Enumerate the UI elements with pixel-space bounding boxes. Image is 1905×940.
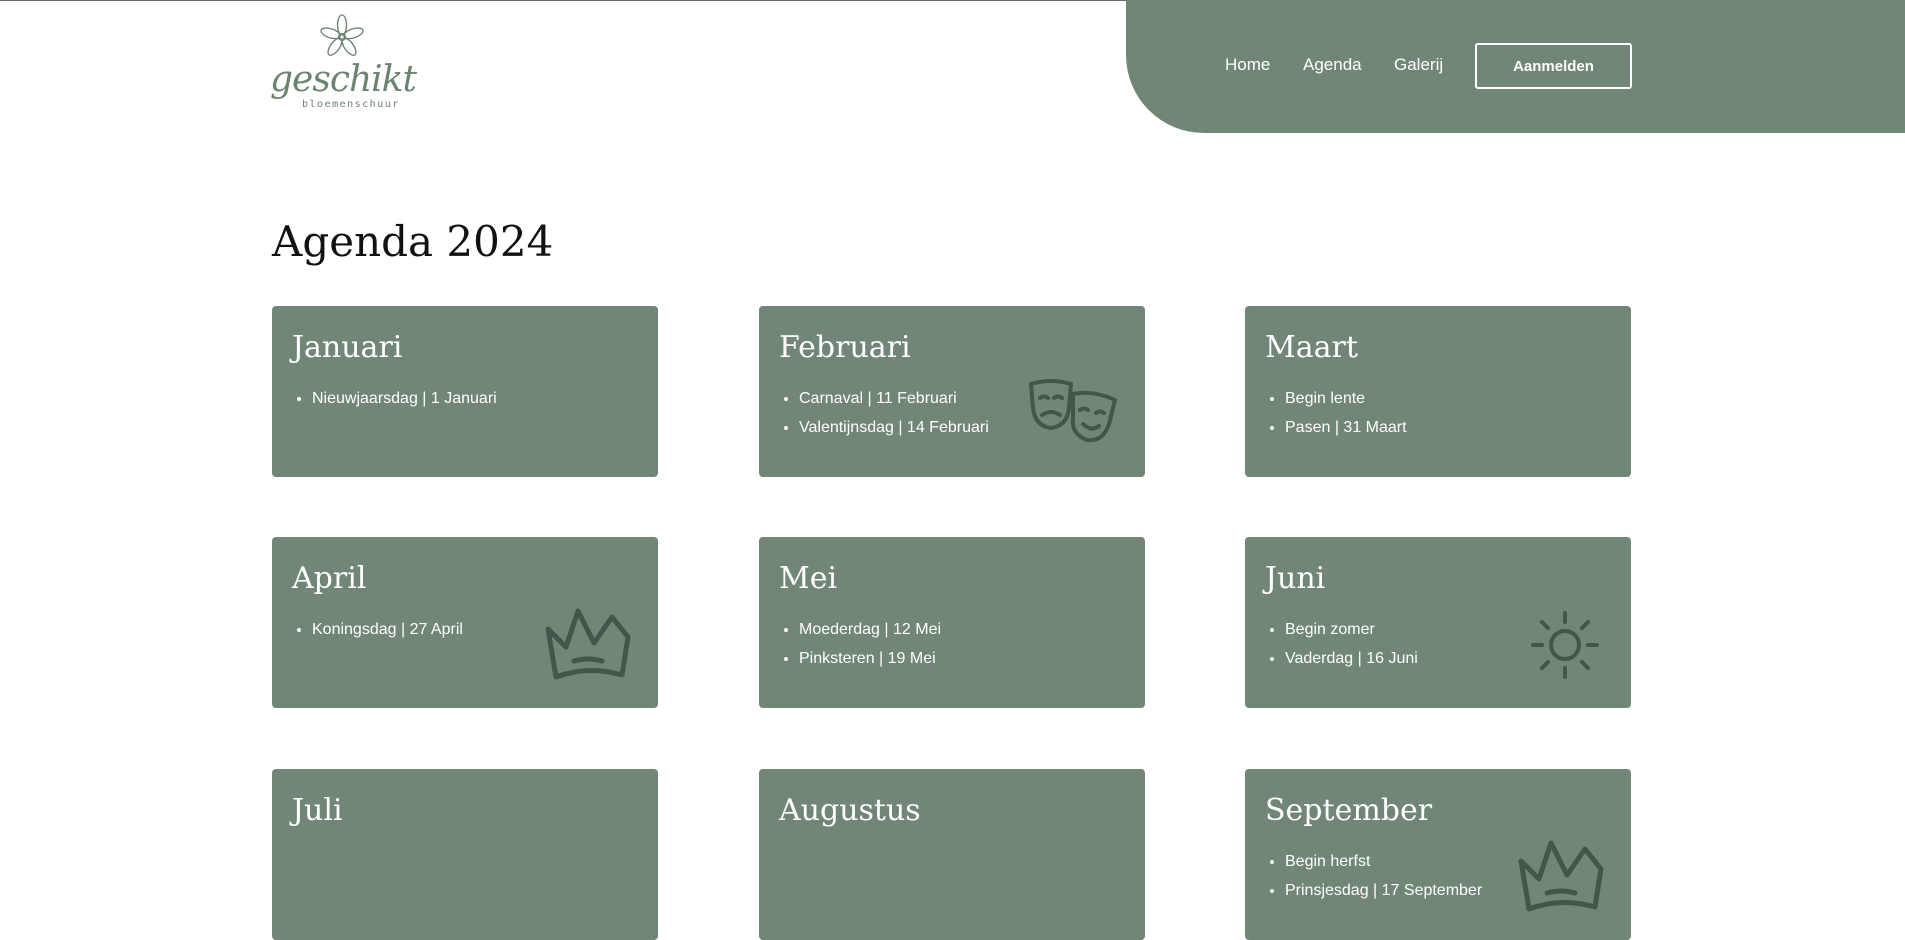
month-card-mei: Mei Moederdag | 12 Mei Pinksteren | 19 M… [759, 537, 1145, 708]
event-list: Moederdag | 12 Mei Pinksteren | 19 Mei [779, 615, 941, 673]
crown-icon [1515, 839, 1607, 917]
event-item: Begin lente [1285, 384, 1407, 413]
month-card-april: April Koningsdag | 27 April [272, 537, 658, 708]
nav-galerij-link[interactable]: Galerij [1394, 55, 1443, 75]
event-list: Koningsdag | 27 April [292, 615, 463, 644]
month-title: Februari [779, 330, 911, 365]
event-list: Begin zomer Vaderdag | 16 Juni [1265, 615, 1418, 673]
event-item: Begin herfst [1285, 847, 1482, 876]
month-card-februari: Februari Carnaval | 11 Februari Valentij… [759, 306, 1145, 477]
month-title: April [292, 561, 367, 596]
flower-icon [320, 14, 364, 56]
month-card-september: September Begin herfst Prinsjesdag | 17 … [1245, 769, 1631, 940]
main-nav: Home Agenda Galerij Aanmelden [1126, 0, 1905, 133]
sun-icon [1529, 609, 1601, 681]
month-card-maart: Maart Begin lente Pasen | 31 Maart [1245, 306, 1631, 477]
month-card-augustus: Augustus [759, 769, 1145, 940]
event-item: Pasen | 31 Maart [1285, 413, 1407, 442]
event-list: Begin herfst Prinsjesdag | 17 September [1265, 847, 1482, 905]
login-button[interactable]: Aanmelden [1475, 43, 1632, 89]
month-title: Maart [1265, 330, 1358, 365]
logo-tagline: bloemenschuur [302, 99, 400, 110]
event-item: Vaderdag | 16 Juni [1285, 644, 1418, 673]
month-title: Mei [779, 561, 838, 596]
event-item: Valentijnsdag | 14 Februari [799, 413, 989, 442]
month-title: Augustus [779, 793, 921, 828]
event-list: Begin lente Pasen | 31 Maart [1265, 384, 1407, 442]
month-title: Juli [292, 793, 343, 828]
event-list: Carnaval | 11 Februari Valentijnsdag | 1… [779, 384, 989, 442]
theater-masks-icon [1027, 378, 1121, 450]
month-title: Januari [292, 330, 403, 365]
month-card-januari: Januari Nieuwjaarsdag | 1 Januari [272, 306, 658, 477]
event-item: Carnaval | 11 Februari [799, 384, 989, 413]
event-item: Koningsdag | 27 April [312, 615, 463, 644]
month-card-juli: Juli [272, 769, 658, 940]
month-title: Juni [1265, 561, 1326, 596]
event-item: Pinksteren | 19 Mei [799, 644, 941, 673]
event-item: Begin zomer [1285, 615, 1418, 644]
month-card-juni: Juni Begin zomer Vaderdag | 16 Juni [1245, 537, 1631, 708]
logo-wordmark: geschikt [270, 59, 417, 100]
event-list: Nieuwjaarsdag | 1 Januari [292, 384, 497, 413]
month-title: September [1265, 793, 1433, 828]
event-item: Moederdag | 12 Mei [799, 615, 941, 644]
nav-agenda-link[interactable]: Agenda [1303, 55, 1362, 75]
page-title: Agenda 2024 [272, 217, 554, 266]
site-logo[interactable]: geschikt bloemenschuur [268, 14, 417, 118]
crown-icon [542, 607, 634, 685]
nav-home-link[interactable]: Home [1225, 55, 1270, 75]
event-item: Prinsjesdag | 17 September [1285, 876, 1482, 905]
event-item: Nieuwjaarsdag | 1 Januari [312, 384, 497, 413]
